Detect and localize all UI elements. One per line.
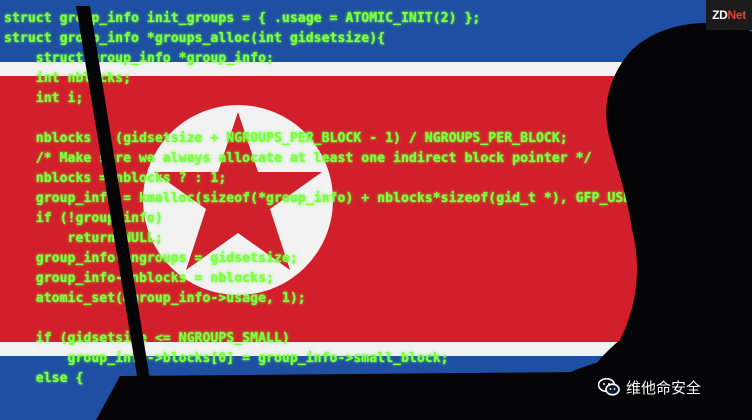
hacker-silhouette xyxy=(76,6,752,420)
hacker-head-silhouette xyxy=(560,22,752,420)
wechat-watermark: 维他命安全 xyxy=(598,376,701,398)
zdnet-logo-prefix: ZD xyxy=(712,8,728,22)
laptop-screen-silhouette xyxy=(76,6,150,382)
watermark-text: 维他命安全 xyxy=(626,378,702,397)
wechat-icon xyxy=(598,378,620,396)
photo-stage: struct group_info init_groups = { .usage… xyxy=(0,0,752,420)
zdnet-logo: ZD Net xyxy=(706,0,752,30)
zdnet-logo-suffix: Net xyxy=(727,8,746,22)
